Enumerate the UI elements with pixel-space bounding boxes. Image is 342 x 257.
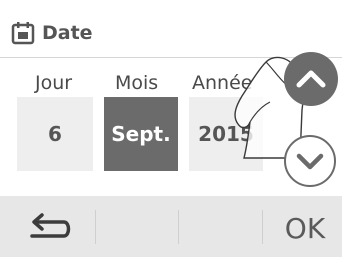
ok-button[interactable]: OK xyxy=(268,206,342,250)
chevron-down-icon xyxy=(296,153,324,170)
date-picker-screen: Date Jour Mois Année 6 Sept. 2015 OK xyxy=(0,0,342,257)
day-value: 6 xyxy=(48,122,62,146)
footer-empty-slot xyxy=(96,206,178,250)
month-label: Mois xyxy=(115,72,159,94)
back-button[interactable] xyxy=(20,206,80,250)
footer-empty-slot xyxy=(179,206,261,250)
day-label: Jour xyxy=(35,72,73,94)
day-value-box[interactable]: 6 xyxy=(17,97,93,171)
footer-bar: OK xyxy=(0,196,342,257)
month-value-box[interactable]: Sept. xyxy=(104,97,178,171)
chevron-up-icon xyxy=(296,70,326,88)
page-title: Date xyxy=(42,22,93,44)
return-arrow-icon xyxy=(30,213,71,238)
footer-divider xyxy=(262,210,263,244)
calendar-icon xyxy=(11,22,35,45)
month-value: Sept. xyxy=(111,122,171,146)
decrement-button[interactable] xyxy=(284,135,336,187)
increment-button[interactable] xyxy=(284,52,338,106)
header: Date xyxy=(10,18,93,48)
ok-label: OK xyxy=(284,211,326,245)
